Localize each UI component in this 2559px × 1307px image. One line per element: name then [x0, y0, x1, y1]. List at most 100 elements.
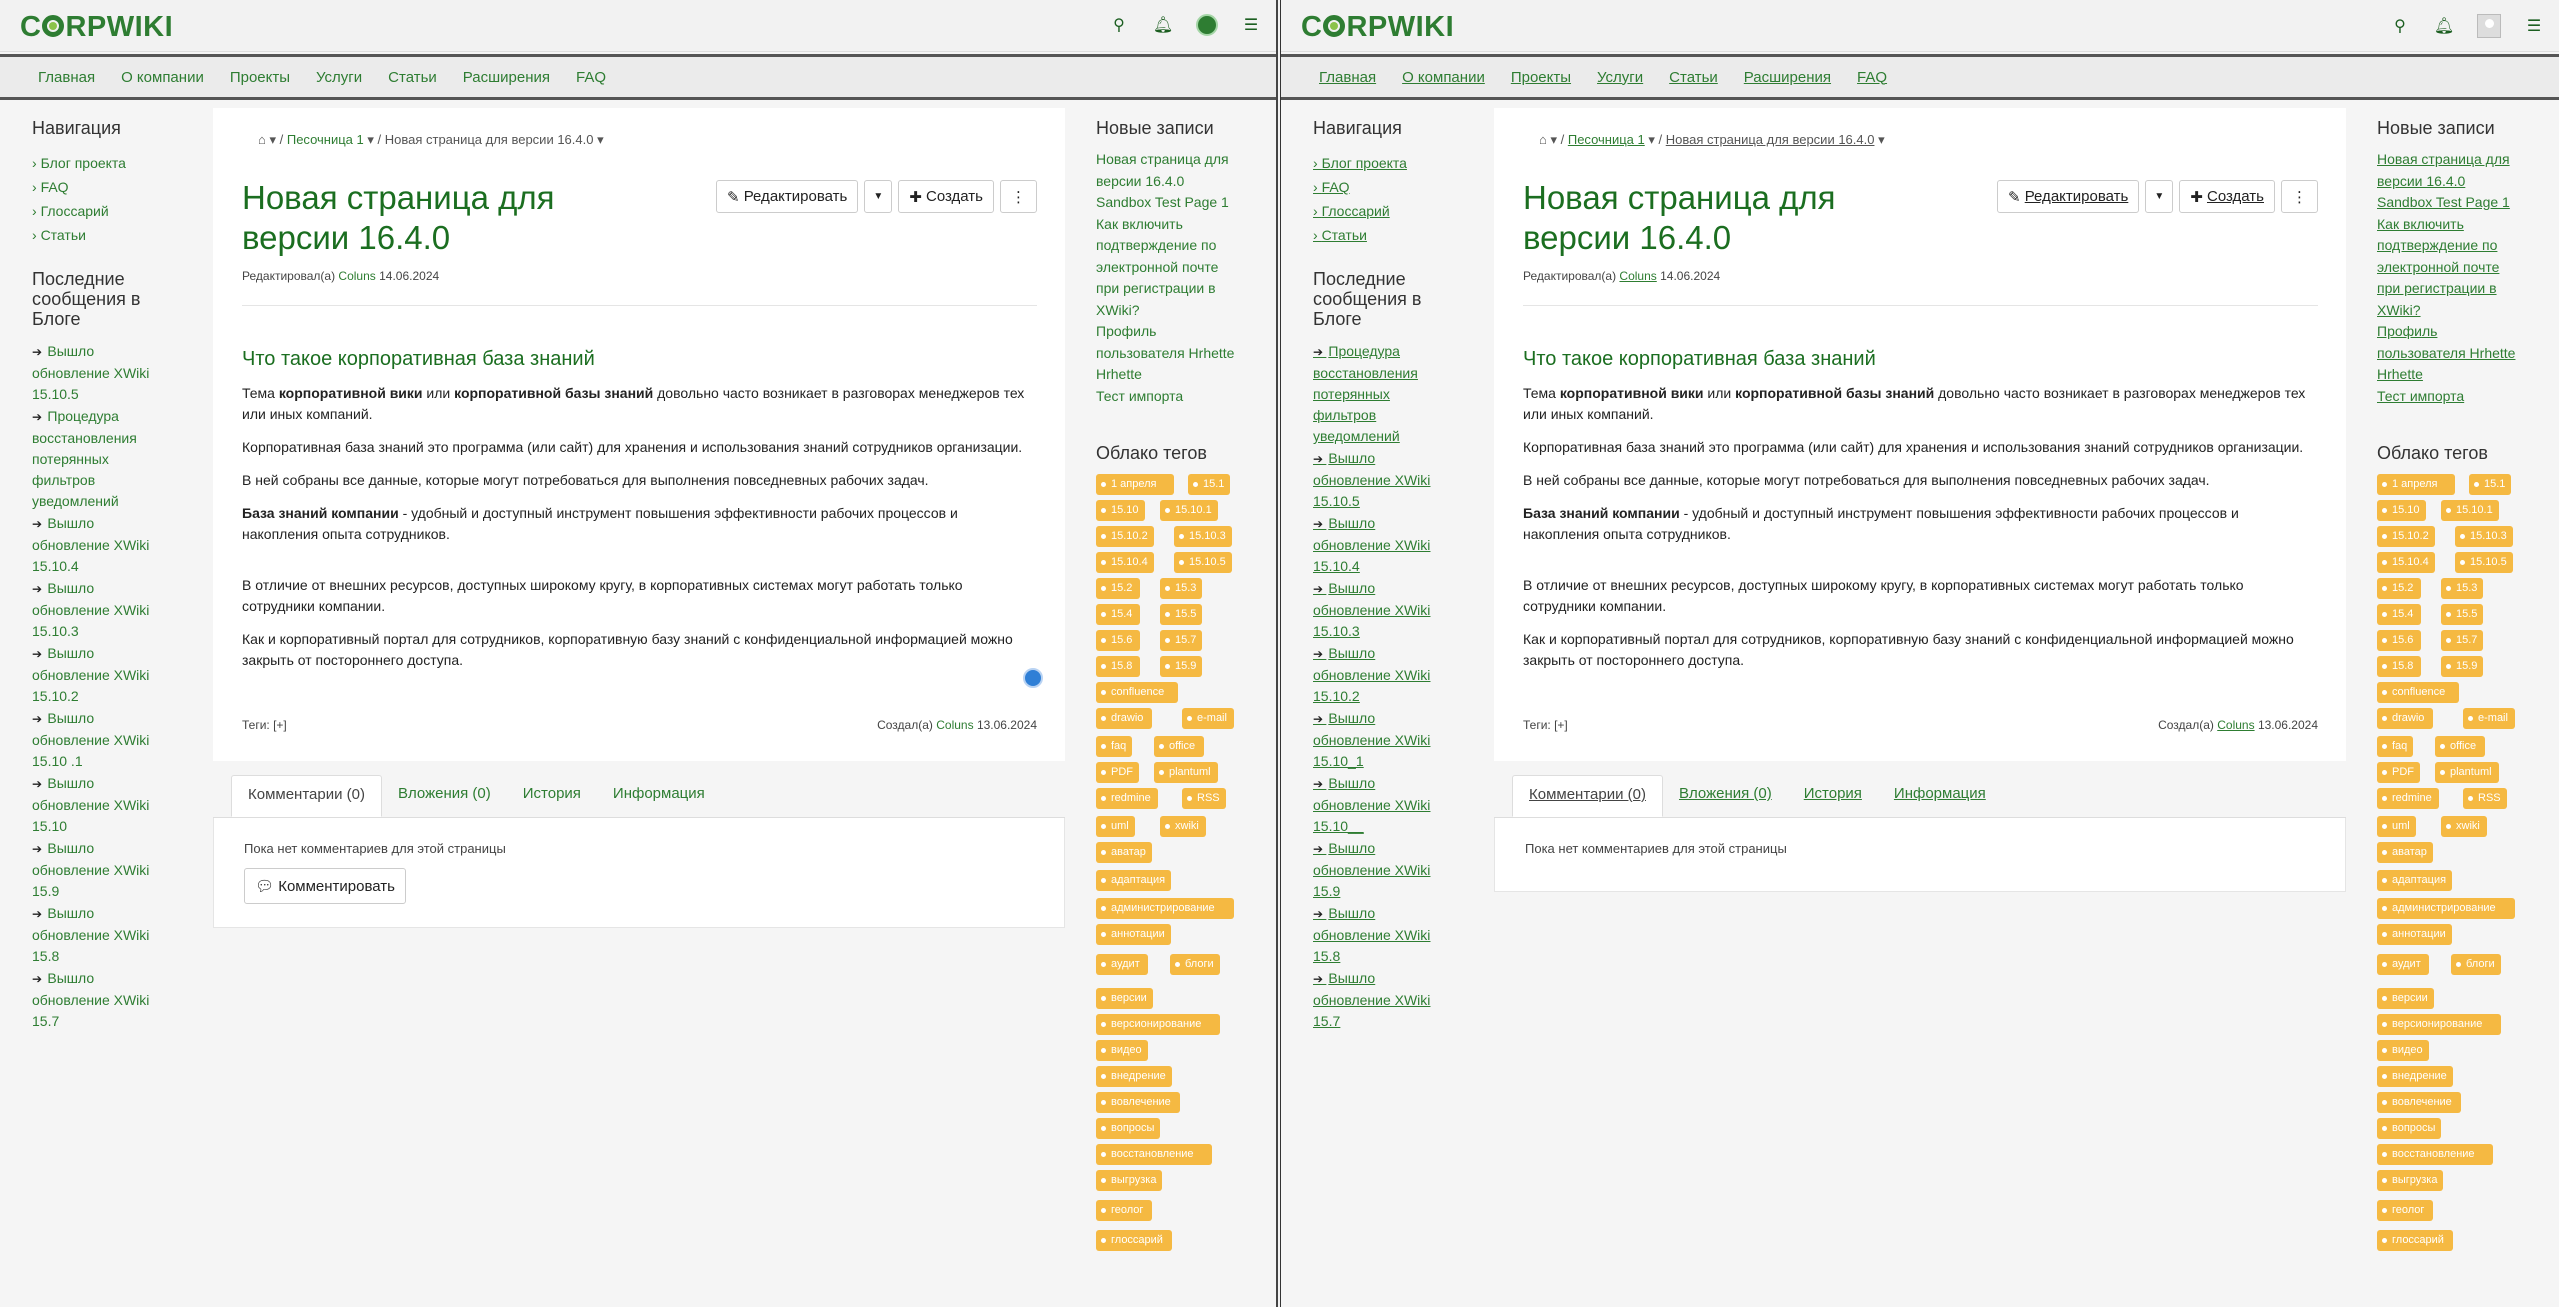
blog-item[interactable]: ➔ Вышло обновление XWiki 15.10.3	[32, 578, 202, 642]
tag-chip[interactable]: 1 апреля	[2377, 474, 2455, 495]
tag-chip[interactable]: plantuml	[2435, 762, 2499, 783]
logo[interactable]: C RPWIKI	[20, 11, 173, 44]
menu-item[interactable]: Проекты	[1511, 69, 1571, 86]
add-tag-button[interactable]: [+]	[273, 718, 287, 732]
menu-item[interactable]: Статьи	[1669, 69, 1718, 86]
nav-item[interactable]: › Блог проекта	[1313, 151, 1483, 175]
tag-chip[interactable]: 15.8	[1096, 656, 1140, 677]
create-button[interactable]: ✚ Создать	[2179, 180, 2275, 213]
more-actions-button[interactable]: ⋮	[2281, 180, 2318, 213]
search-icon[interactable]: ⚲	[1108, 14, 1130, 36]
recent-item[interactable]: Hrhette	[1096, 364, 1256, 386]
tag-chip[interactable]: 15.10.1	[1160, 500, 1218, 521]
recent-item[interactable]: подтверждение по	[2377, 235, 2537, 257]
tag-chip[interactable]: версионирование	[1096, 1014, 1220, 1035]
tag-chip[interactable]: RSS	[1182, 788, 1226, 809]
blog-item[interactable]: ➔ Вышло обновление XWiki 15.10.5	[1313, 448, 1483, 512]
menu-item[interactable]: Статьи	[388, 69, 437, 86]
blog-item[interactable]: ➔ Вышло обновление XWiki 15.8	[1313, 903, 1483, 967]
add-tag-button[interactable]: [+]	[1554, 718, 1568, 732]
blog-item[interactable]: ➔ Вышло обновление XWiki 15.9	[32, 838, 202, 902]
recent-item[interactable]: при регистрации в	[2377, 278, 2537, 300]
tag-chip[interactable]: выгрузка	[2377, 1170, 2444, 1191]
tag-chip[interactable]: 15.8	[2377, 656, 2421, 677]
tag-chip[interactable]: 15.7	[2441, 630, 2484, 651]
recent-item[interactable]: Тест импорта	[2377, 386, 2537, 408]
tab-information[interactable]: Информация	[597, 775, 721, 817]
recent-item[interactable]: Hrhette	[2377, 364, 2537, 386]
tag-chip[interactable]: адаптация	[1096, 870, 1172, 891]
nav-item[interactable]: › Блог проекта	[32, 151, 202, 175]
tag-chip[interactable]: 1 апреля	[1096, 474, 1174, 495]
tag-chip[interactable]: 15.6	[2377, 630, 2421, 651]
tag-chip[interactable]: 15.5	[1160, 604, 1203, 625]
recent-item[interactable]: Sandbox Test Page 1	[1096, 192, 1256, 214]
tag-chip[interactable]: uml	[1096, 816, 1135, 837]
tag-chip[interactable]: геолог	[2377, 1200, 2433, 1221]
tag-chip[interactable]: версии	[2377, 988, 2434, 1009]
recent-item[interactable]: при регистрации в	[1096, 278, 1256, 300]
tag-chip[interactable]: 15.10.2	[2377, 526, 2435, 547]
edit-dropdown-button[interactable]: ▼	[864, 180, 893, 213]
blog-item[interactable]: ➔ Вышло обновление XWiki 15.7	[1313, 968, 1483, 1032]
menu-item[interactable]: Услуги	[1597, 69, 1643, 86]
tag-chip[interactable]: 15.2	[2377, 578, 2421, 599]
recent-item[interactable]: Новая страница для	[2377, 149, 2537, 171]
tag-chip[interactable]: вопросы	[2377, 1118, 2442, 1139]
tag-chip[interactable]: администрирование	[1096, 898, 1234, 919]
tag-chip[interactable]: 15.9	[1160, 656, 1203, 677]
tag-chip[interactable]: 15.6	[1096, 630, 1140, 651]
tag-chip[interactable]: 15.3	[2441, 578, 2484, 599]
tag-chip[interactable]: e-mail	[1182, 708, 1234, 729]
comment-button[interactable]: 💬︎ Комментировать	[244, 868, 406, 904]
tag-chip[interactable]: 15.10.5	[2455, 552, 2513, 573]
menu-item[interactable]: Услуги	[316, 69, 362, 86]
home-icon[interactable]: ⌂ ▾	[258, 132, 276, 147]
menu-item[interactable]: Расширения	[463, 69, 550, 86]
search-icon[interactable]: ⚲	[2389, 15, 2411, 37]
blog-item[interactable]: ➔ Процедура восстановления потерянных фильт…	[32, 406, 202, 512]
tag-chip[interactable]: администрирование	[2377, 898, 2515, 919]
recent-item[interactable]: электронной почте	[1096, 257, 1256, 279]
recent-item[interactable]: XWiki?	[1096, 300, 1256, 322]
tag-chip[interactable]: 15.7	[1160, 630, 1203, 651]
tag-chip[interactable]: аудит	[1096, 954, 1148, 975]
tag-chip[interactable]: внедрение	[2377, 1066, 2453, 1087]
tag-chip[interactable]: блоги	[2451, 954, 2501, 975]
tag-chip[interactable]: PDF	[2377, 762, 2420, 783]
recent-item[interactable]: Профиль	[2377, 321, 2537, 343]
tag-chip[interactable]: office	[2435, 736, 2485, 757]
tab-attachments[interactable]: Вложения (0)	[1663, 775, 1788, 817]
tag-chip[interactable]: вовлечение	[1096, 1092, 1180, 1113]
tag-chip[interactable]: 15.4	[1096, 604, 1140, 625]
tag-chip[interactable]: восстановление	[2377, 1144, 2493, 1165]
breadcrumb-current[interactable]: Новая страница для версии 16.4.0	[1666, 132, 1875, 147]
tag-chip[interactable]: аватар	[2377, 842, 2433, 863]
tag-chip[interactable]: вопросы	[1096, 1118, 1161, 1139]
tag-chip[interactable]: адаптация	[2377, 870, 2453, 891]
tag-chip[interactable]: faq	[2377, 736, 2414, 757]
tag-chip[interactable]: вовлечение	[2377, 1092, 2461, 1113]
tag-chip[interactable]: 15.10	[1096, 500, 1145, 521]
tag-chip[interactable]: 15.10.1	[2441, 500, 2499, 521]
tag-chip[interactable]: office	[1154, 736, 1204, 757]
menu-icon[interactable]: ☰	[2523, 15, 2545, 37]
tag-chip[interactable]: 15.10.3	[2455, 526, 2513, 547]
tag-chip[interactable]: 15.2	[1096, 578, 1140, 599]
tag-chip[interactable]: xwiki	[2441, 816, 2487, 837]
blog-item[interactable]: ➔ Вышло обновление XWiki 15.7	[32, 968, 202, 1032]
tag-chip[interactable]: блоги	[1170, 954, 1220, 975]
nav-item[interactable]: › FAQ	[1313, 175, 1483, 199]
recent-item[interactable]: электронной почте	[2377, 257, 2537, 279]
logo[interactable]: C RPWIKI	[1301, 11, 1454, 44]
tab-history[interactable]: История	[1788, 775, 1878, 817]
recent-item[interactable]: Профиль	[1096, 321, 1256, 343]
tag-chip[interactable]: redmine	[1096, 788, 1158, 809]
tag-chip[interactable]: геолог	[1096, 1200, 1152, 1221]
nav-item[interactable]: › Глоссарий	[32, 199, 202, 223]
recent-item[interactable]: Как включить	[1096, 214, 1256, 236]
breadcrumb-current[interactable]: Новая страница для версии 16.4.0	[385, 132, 594, 147]
recent-item[interactable]: Новая страница для	[1096, 149, 1256, 171]
recent-item[interactable]: Как включить	[2377, 214, 2537, 236]
menu-item[interactable]: FAQ	[576, 69, 606, 86]
